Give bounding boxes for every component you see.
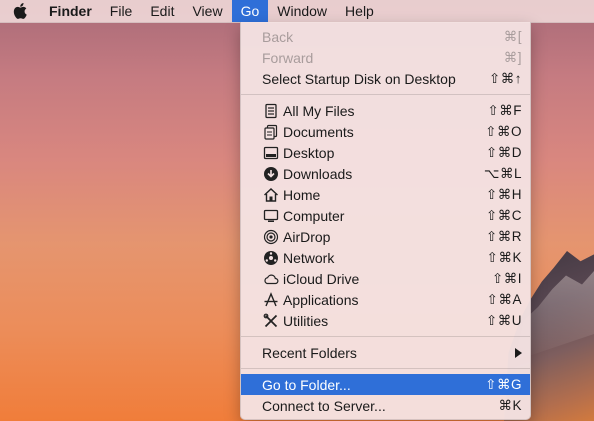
submenu-arrow-icon: [515, 347, 522, 358]
menu-item-home[interactable]: Home ⇧⌘H: [241, 184, 530, 205]
menu-item-shortcut: ⇧⌘↑: [488, 70, 522, 86]
menu-separator: [241, 336, 530, 337]
menu-item-label: Recent Folders: [262, 344, 357, 361]
menu-item-airdrop[interactable]: AirDrop ⇧⌘R: [241, 226, 530, 247]
menu-view[interactable]: View: [183, 0, 231, 22]
menu-item-label: Computer: [283, 207, 345, 224]
all-files-icon: [262, 103, 280, 119]
menu-item-shortcut: ⌘K: [498, 397, 522, 413]
menu-item-icloud-drive[interactable]: iCloud Drive ⇧⌘I: [241, 268, 530, 289]
downloads-icon: [262, 166, 280, 182]
menu-item-label: Home: [283, 186, 321, 203]
menu-item-shortcut: ⇧⌘H: [485, 186, 522, 202]
menu-item-label: Connect to Server...: [262, 397, 386, 414]
menu-item-all-my-files[interactable]: All My Files ⇧⌘F: [241, 100, 530, 121]
menu-item-go-to-folder[interactable]: Go to Folder... ⇧⌘G: [241, 374, 530, 395]
menu-item-label: Select Startup Disk on Desktop: [262, 70, 456, 87]
menu-item-connect-to-server[interactable]: Connect to Server... ⌘K: [241, 395, 530, 416]
menu-item-label: All My Files: [283, 102, 355, 119]
applications-icon: [262, 291, 280, 308]
menu-item-label: Downloads: [283, 165, 353, 182]
go-menu-dropdown: Back ⌘[ Forward ⌘] Select Startup Disk o…: [240, 22, 531, 420]
menu-item-startup-disk[interactable]: Select Startup Disk on Desktop ⇧⌘↑: [241, 68, 530, 89]
menu-item-label: Documents: [283, 123, 354, 140]
apple-icon: [13, 3, 27, 19]
menu-item-back[interactable]: Back ⌘[: [241, 26, 530, 47]
menu-item-downloads[interactable]: Downloads ⌥⌘L: [241, 163, 530, 184]
menu-item-desktop[interactable]: Desktop ⇧⌘D: [241, 142, 530, 163]
menu-edit[interactable]: Edit: [141, 0, 183, 22]
menu-item-shortcut: ⇧⌘C: [485, 207, 522, 223]
menu-item-forward[interactable]: Forward ⌘]: [241, 47, 530, 68]
menu-item-shortcut: ⌘]: [503, 49, 522, 65]
desktop-icon: [262, 145, 280, 161]
menu-item-shortcut: ⇧⌘O: [485, 123, 522, 139]
menu-item-utilities[interactable]: Utilities ⇧⌘U: [241, 310, 530, 331]
menu-item-shortcut: ⌥⌘L: [483, 165, 522, 181]
menu-file[interactable]: File: [101, 0, 142, 22]
menu-separator: [241, 94, 530, 95]
menu-go[interactable]: Go: [231, 0, 269, 22]
menu-item-network[interactable]: Network ⇧⌘K: [241, 247, 530, 268]
menu-item-shortcut: ⇧⌘U: [485, 312, 522, 328]
menu-item-label: AirDrop: [283, 228, 331, 245]
computer-icon: [262, 208, 280, 224]
home-icon: [262, 187, 280, 203]
menu-item-shortcut: ⇧⌘I: [491, 270, 522, 286]
apple-menu[interactable]: [0, 3, 40, 19]
menu-item-label: Network: [283, 249, 335, 266]
utilities-icon: [262, 313, 280, 329]
menu-item-label: Desktop: [283, 144, 335, 161]
icloud-icon: [262, 271, 280, 287]
airdrop-icon: [262, 229, 280, 245]
menu-item-shortcut: ⇧⌘K: [486, 249, 522, 265]
menu-item-shortcut: ⇧⌘R: [485, 228, 522, 244]
menu-item-label: Forward: [262, 49, 314, 66]
menu-window[interactable]: Window: [268, 0, 336, 22]
menu-bar: Finder File Edit View Go Window Help: [0, 0, 594, 23]
menu-item-label: Back: [262, 28, 294, 45]
menu-item-documents[interactable]: Documents ⇧⌘O: [241, 121, 530, 142]
menu-item-label: iCloud Drive: [283, 270, 360, 287]
menu-item-computer[interactable]: Computer ⇧⌘C: [241, 205, 530, 226]
menu-item-recent-folders[interactable]: Recent Folders: [241, 342, 530, 363]
menu-item-shortcut: ⇧⌘F: [487, 102, 522, 118]
menu-item-shortcut: ⇧⌘D: [485, 144, 522, 160]
menu-item-label: Applications: [283, 291, 359, 308]
menu-finder[interactable]: Finder: [40, 0, 101, 22]
documents-icon: [262, 124, 280, 140]
menu-item-applications[interactable]: Applications ⇧⌘A: [241, 289, 530, 310]
menu-item-shortcut: ⌘[: [503, 28, 522, 44]
menu-item-shortcut: ⇧⌘A: [486, 291, 522, 307]
menu-item-label: Utilities: [283, 312, 329, 329]
menu-separator: [241, 368, 530, 369]
menu-help[interactable]: Help: [336, 0, 383, 22]
menu-item-shortcut: ⇧⌘G: [485, 376, 522, 392]
menu-item-label: Go to Folder...: [262, 376, 351, 393]
network-icon: [262, 250, 280, 266]
